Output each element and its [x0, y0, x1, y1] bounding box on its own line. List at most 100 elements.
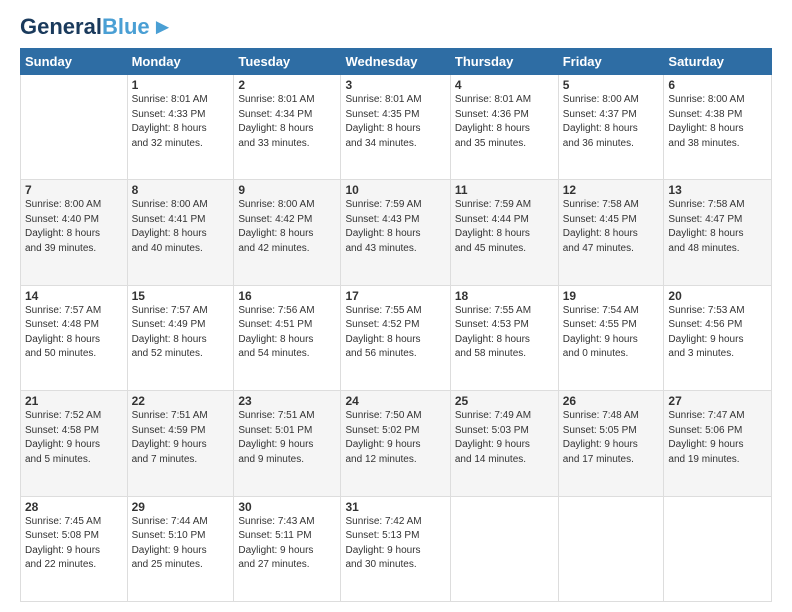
calendar-cell: 7Sunrise: 8:00 AMSunset: 4:40 PMDaylight…	[21, 180, 128, 285]
day-info: Sunrise: 7:52 AMSunset: 4:58 PMDaylight:…	[25, 409, 123, 467]
day-number: 2	[238, 78, 336, 92]
weekday-header-tuesday: Tuesday	[234, 49, 341, 75]
day-number: 12	[563, 183, 660, 197]
day-number: 1	[132, 78, 230, 92]
calendar-cell: 11Sunrise: 7:59 AMSunset: 4:44 PMDayligh…	[450, 180, 558, 285]
day-number: 27	[668, 394, 767, 408]
weekday-header-sunday: Sunday	[21, 49, 128, 75]
day-info: Sunrise: 8:01 AMSunset: 4:33 PMDaylight:…	[132, 93, 230, 151]
day-info: Sunrise: 8:00 AMSunset: 4:40 PMDaylight:…	[25, 198, 123, 256]
day-number: 25	[455, 394, 554, 408]
week-row-4: 21Sunrise: 7:52 AMSunset: 4:58 PMDayligh…	[21, 391, 772, 496]
calendar-cell: 27Sunrise: 7:47 AMSunset: 5:06 PMDayligh…	[664, 391, 772, 496]
calendar-cell: 23Sunrise: 7:51 AMSunset: 5:01 PMDayligh…	[234, 391, 341, 496]
day-info: Sunrise: 7:43 AMSunset: 5:11 PMDaylight:…	[238, 515, 336, 573]
day-number: 19	[563, 289, 660, 303]
weekday-header-saturday: Saturday	[664, 49, 772, 75]
day-info: Sunrise: 7:47 AMSunset: 5:06 PMDaylight:…	[668, 409, 767, 467]
day-info: Sunrise: 7:42 AMSunset: 5:13 PMDaylight:…	[345, 515, 445, 573]
day-info: Sunrise: 7:59 AMSunset: 4:43 PMDaylight:…	[345, 198, 445, 256]
day-number: 28	[25, 500, 123, 514]
day-info: Sunrise: 7:58 AMSunset: 4:47 PMDaylight:…	[668, 198, 767, 256]
calendar-cell: 14Sunrise: 7:57 AMSunset: 4:48 PMDayligh…	[21, 285, 128, 390]
day-number: 8	[132, 183, 230, 197]
day-number: 16	[238, 289, 336, 303]
calendar-cell: 22Sunrise: 7:51 AMSunset: 4:59 PMDayligh…	[127, 391, 234, 496]
calendar-cell: 21Sunrise: 7:52 AMSunset: 4:58 PMDayligh…	[21, 391, 128, 496]
day-info: Sunrise: 7:57 AMSunset: 4:49 PMDaylight:…	[132, 304, 230, 362]
day-number: 4	[455, 78, 554, 92]
day-info: Sunrise: 8:01 AMSunset: 4:35 PMDaylight:…	[345, 93, 445, 151]
day-number: 24	[345, 394, 445, 408]
day-info: Sunrise: 8:00 AMSunset: 4:42 PMDaylight:…	[238, 198, 336, 256]
day-number: 13	[668, 183, 767, 197]
week-row-5: 28Sunrise: 7:45 AMSunset: 5:08 PMDayligh…	[21, 496, 772, 601]
calendar-cell: 19Sunrise: 7:54 AMSunset: 4:55 PMDayligh…	[558, 285, 664, 390]
week-row-2: 7Sunrise: 8:00 AMSunset: 4:40 PMDaylight…	[21, 180, 772, 285]
calendar-cell: 13Sunrise: 7:58 AMSunset: 4:47 PMDayligh…	[664, 180, 772, 285]
calendar-cell: 31Sunrise: 7:42 AMSunset: 5:13 PMDayligh…	[341, 496, 450, 601]
day-number: 18	[455, 289, 554, 303]
calendar-cell: 17Sunrise: 7:55 AMSunset: 4:52 PMDayligh…	[341, 285, 450, 390]
day-info: Sunrise: 8:01 AMSunset: 4:34 PMDaylight:…	[238, 93, 336, 151]
day-info: Sunrise: 7:59 AMSunset: 4:44 PMDaylight:…	[455, 198, 554, 256]
day-number: 11	[455, 183, 554, 197]
day-number: 17	[345, 289, 445, 303]
day-info: Sunrise: 8:01 AMSunset: 4:36 PMDaylight:…	[455, 93, 554, 151]
day-number: 31	[345, 500, 445, 514]
weekday-header-friday: Friday	[558, 49, 664, 75]
day-number: 6	[668, 78, 767, 92]
day-info: Sunrise: 7:56 AMSunset: 4:51 PMDaylight:…	[238, 304, 336, 362]
day-info: Sunrise: 7:54 AMSunset: 4:55 PMDaylight:…	[563, 304, 660, 362]
weekday-header-thursday: Thursday	[450, 49, 558, 75]
day-number: 5	[563, 78, 660, 92]
day-info: Sunrise: 8:00 AMSunset: 4:41 PMDaylight:…	[132, 198, 230, 256]
calendar-table: SundayMondayTuesdayWednesdayThursdayFrid…	[20, 48, 772, 602]
calendar-cell: 12Sunrise: 7:58 AMSunset: 4:45 PMDayligh…	[558, 180, 664, 285]
day-info: Sunrise: 7:51 AMSunset: 4:59 PMDaylight:…	[132, 409, 230, 467]
weekday-header-monday: Monday	[127, 49, 234, 75]
day-info: Sunrise: 8:00 AMSunset: 4:38 PMDaylight:…	[668, 93, 767, 151]
calendar-cell: 6Sunrise: 8:00 AMSunset: 4:38 PMDaylight…	[664, 75, 772, 180]
page: GeneralBlue ► SundayMondayTuesdayWednesd…	[0, 0, 792, 612]
day-info: Sunrise: 7:58 AMSunset: 4:45 PMDaylight:…	[563, 198, 660, 256]
calendar-cell: 25Sunrise: 7:49 AMSunset: 5:03 PMDayligh…	[450, 391, 558, 496]
day-number: 30	[238, 500, 336, 514]
day-number: 29	[132, 500, 230, 514]
calendar-cell: 10Sunrise: 7:59 AMSunset: 4:43 PMDayligh…	[341, 180, 450, 285]
day-info: Sunrise: 7:55 AMSunset: 4:53 PMDaylight:…	[455, 304, 554, 362]
day-info: Sunrise: 7:44 AMSunset: 5:10 PMDaylight:…	[132, 515, 230, 573]
day-info: Sunrise: 7:48 AMSunset: 5:05 PMDaylight:…	[563, 409, 660, 467]
calendar-cell: 2Sunrise: 8:01 AMSunset: 4:34 PMDaylight…	[234, 75, 341, 180]
calendar-cell: 16Sunrise: 7:56 AMSunset: 4:51 PMDayligh…	[234, 285, 341, 390]
calendar-cell: 9Sunrise: 8:00 AMSunset: 4:42 PMDaylight…	[234, 180, 341, 285]
logo-text-general: GeneralBlue	[20, 16, 150, 38]
weekday-header-wednesday: Wednesday	[341, 49, 450, 75]
day-number: 9	[238, 183, 336, 197]
calendar-cell	[21, 75, 128, 180]
calendar-cell: 5Sunrise: 8:00 AMSunset: 4:37 PMDaylight…	[558, 75, 664, 180]
day-info: Sunrise: 7:55 AMSunset: 4:52 PMDaylight:…	[345, 304, 445, 362]
day-number: 20	[668, 289, 767, 303]
calendar-cell: 15Sunrise: 7:57 AMSunset: 4:49 PMDayligh…	[127, 285, 234, 390]
calendar-cell: 3Sunrise: 8:01 AMSunset: 4:35 PMDaylight…	[341, 75, 450, 180]
day-number: 26	[563, 394, 660, 408]
calendar-cell: 18Sunrise: 7:55 AMSunset: 4:53 PMDayligh…	[450, 285, 558, 390]
header: GeneralBlue ►	[20, 16, 772, 38]
calendar-cell	[558, 496, 664, 601]
day-number: 10	[345, 183, 445, 197]
day-number: 15	[132, 289, 230, 303]
calendar-cell: 8Sunrise: 8:00 AMSunset: 4:41 PMDaylight…	[127, 180, 234, 285]
day-info: Sunrise: 7:51 AMSunset: 5:01 PMDaylight:…	[238, 409, 336, 467]
calendar-cell: 1Sunrise: 8:01 AMSunset: 4:33 PMDaylight…	[127, 75, 234, 180]
calendar-cell: 30Sunrise: 7:43 AMSunset: 5:11 PMDayligh…	[234, 496, 341, 601]
calendar-cell	[450, 496, 558, 601]
week-row-3: 14Sunrise: 7:57 AMSunset: 4:48 PMDayligh…	[21, 285, 772, 390]
calendar-cell: 28Sunrise: 7:45 AMSunset: 5:08 PMDayligh…	[21, 496, 128, 601]
day-number: 23	[238, 394, 336, 408]
day-info: Sunrise: 7:45 AMSunset: 5:08 PMDaylight:…	[25, 515, 123, 573]
day-info: Sunrise: 7:50 AMSunset: 5:02 PMDaylight:…	[345, 409, 445, 467]
calendar-cell: 4Sunrise: 8:01 AMSunset: 4:36 PMDaylight…	[450, 75, 558, 180]
calendar-cell: 29Sunrise: 7:44 AMSunset: 5:10 PMDayligh…	[127, 496, 234, 601]
logo: GeneralBlue ►	[20, 16, 173, 38]
